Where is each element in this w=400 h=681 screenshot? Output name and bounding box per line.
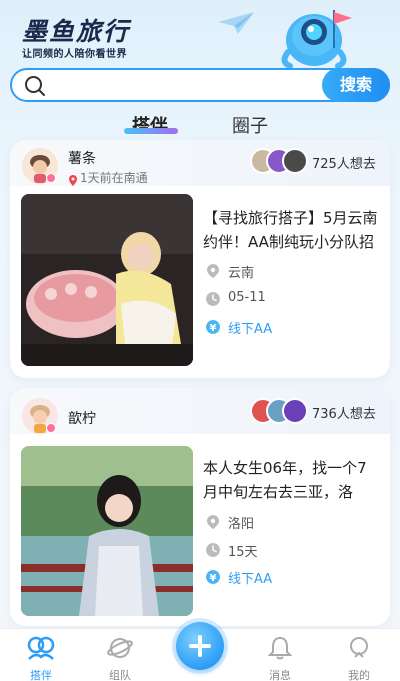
svg-text:¥: ¥ [210,323,217,334]
want-to-go-group[interactable]: 725人想去 [250,148,386,178]
plus-icon [189,635,211,657]
nav-label: 搭伴 [30,669,52,681]
nav-label: 我的 [348,669,370,681]
post-card[interactable]: 薯条 1天前在南通 725人想去 【寻找旅行搭子】5月云南约伴！AA制纯玩小分队… [10,140,390,378]
date-row: 05-11 [206,290,376,310]
search-bar[interactable]: 搜索 [10,68,390,102]
destination-text: 洛阳 [228,517,255,532]
want-to-go-group[interactable]: 736人想去 [250,398,386,428]
profile-icon [350,637,368,658]
cost-text: 线下AA [228,572,273,587]
app-subtitle: 让同频的人陪你看世界 [22,49,127,60]
nav-profile[interactable]: 我的 [334,635,384,681]
post-title[interactable]: 【寻找旅行搭子】5月云南约伴！AA制纯玩小分队招 [203,206,379,256]
tab-bar: 搭伴 圈子 [0,112,400,140]
want-count: 736人想去 [312,407,376,422]
destination-row: 洛阳 [206,513,376,533]
post-photo[interactable] [21,194,193,366]
destination-text: 云南 [228,266,255,281]
nav-messages[interactable]: 消息 [255,635,305,681]
app-title: 墨鱼旅行 [22,17,131,46]
cost-text: 线下AA [228,322,273,337]
gender-badge [46,423,56,433]
tab-circle[interactable]: 圈子 [232,112,268,138]
user-name[interactable]: 歆柠 [68,408,96,428]
paper-plane-icon [218,12,254,34]
nav-team[interactable]: 组队 [95,635,145,681]
search-button[interactable]: 搜索 [322,68,390,102]
want-count: 725人想去 [312,157,376,172]
nav-label: 消息 [269,669,291,681]
avatar [282,398,308,424]
date-row: 15天 [206,541,376,561]
post-card[interactable]: 歆柠 736人想去 本人女生06年，找一个7月中旬左右去三亚，洛阳， 洛阳 [10,388,390,626]
bell-icon [267,636,293,660]
date-text: 05-11 [228,290,266,305]
cost-row: ¥ 线下AA [206,318,376,338]
companion-icon [27,636,55,660]
user-name[interactable]: 薯条 [68,148,96,168]
clock-icon [206,543,220,557]
location-pin-icon [69,171,77,186]
date-text: 15天 [228,545,258,560]
add-post-button[interactable] [176,622,224,670]
location-icon [207,264,219,278]
nav-companion[interactable]: 搭伴 [16,635,66,681]
location-icon [207,515,219,529]
planet-icon [107,638,133,658]
post-location: 1天前在南通 [80,171,148,185]
post-photo[interactable] [21,446,193,616]
svg-text:¥: ¥ [210,573,217,584]
gender-badge [46,173,56,183]
cost-row: ¥ 线下AA [206,568,376,588]
post-title[interactable]: 本人女生06年，找一个7月中旬左右去三亚，洛阳， [203,456,379,506]
yen-icon: ¥ [206,570,220,584]
tab-companion[interactable]: 搭伴 [132,112,168,138]
active-tab-indicator [124,128,178,134]
search-icon [25,76,45,96]
squid-mascot-icon [281,10,352,69]
nav-label: 组队 [109,669,131,681]
destination-row: 云南 [206,262,376,282]
avatar [282,148,308,174]
yen-icon: ¥ [206,320,220,334]
clock-icon [206,292,220,306]
